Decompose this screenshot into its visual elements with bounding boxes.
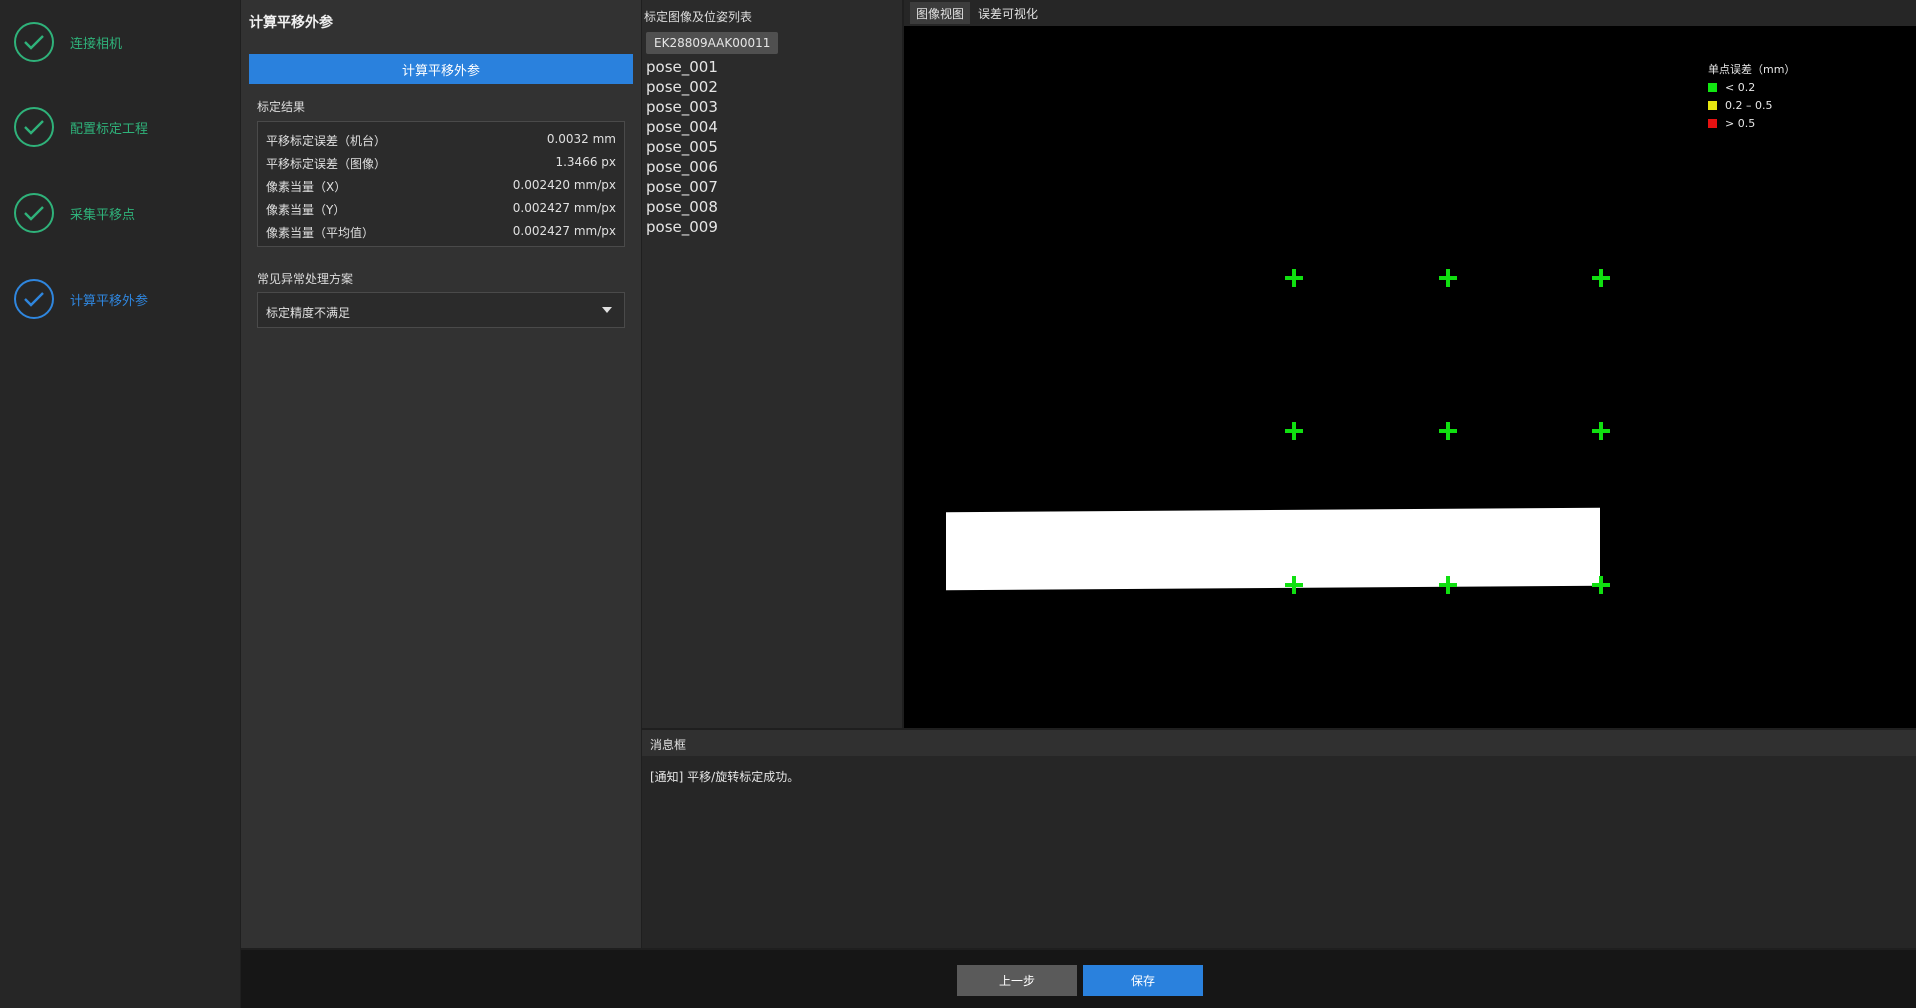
legend-label: < 0.2 (1725, 80, 1756, 94)
result-value: 0.0032 mm (546, 132, 616, 146)
calibration-point-marker (1592, 422, 1610, 440)
tab-error-visualization[interactable]: 误差可视化 (972, 2, 1044, 24)
step-label: 连接相机 (70, 36, 123, 52)
message-box-header: 消息框 (642, 730, 1916, 756)
camera-tab[interactable]: EK28809AAK00011 (646, 32, 779, 54)
result-row: 像素当量（平均值） 0.002427 mm/px (258, 220, 624, 242)
previous-step-button[interactable]: 上一步 (957, 965, 1077, 996)
legend-item: 0.2 – 0.5 (1708, 96, 1795, 114)
pose-item[interactable]: pose_007 (646, 178, 718, 196)
result-key: 像素当量（平均值） (266, 226, 375, 240)
calibration-point-marker (1285, 269, 1303, 287)
step-capture-points[interactable]: 采集平移点 (14, 191, 135, 235)
calibration-point-marker (1285, 422, 1303, 440)
legend-swatch-red (1708, 118, 1717, 128)
step-configure-project[interactable]: 配置标定工程 (14, 105, 148, 149)
legend-item: < 0.2 (1708, 78, 1795, 96)
message-box: 消息框 [通知] 平移/旋转标定成功。 (642, 730, 1916, 948)
legend-label: 0.2 – 0.5 (1725, 98, 1773, 112)
result-row: 像素当量（Y） 0.002427 mm/px (258, 197, 624, 219)
caret-down-icon (602, 307, 612, 313)
result-value: 1.3466 px (555, 155, 616, 169)
step-label: 配置标定工程 (70, 121, 149, 137)
legend-swatch-yellow (1708, 100, 1717, 110)
step-sidebar: 连接相机 配置标定工程 采集平移点 计算平移外参 (0, 0, 240, 1008)
error-legend: 单点误差（mm） < 0.2 0.2 – 0.5 > 0.5 (1708, 60, 1795, 132)
pose-item[interactable]: pose_001 (646, 58, 718, 76)
tab-image-view[interactable]: 图像视图 (910, 2, 971, 24)
pose-list-panel: 标定图像及位姿列表 EK28809AAK00011 pose_001 pose_… (642, 0, 902, 728)
calibration-point-marker (1439, 269, 1457, 287)
check-circle-icon (14, 22, 54, 62)
result-key: 像素当量（X） (266, 180, 347, 194)
calibration-point-marker (1439, 576, 1457, 594)
image-canvas[interactable]: 单点误差（mm） < 0.2 0.2 – 0.5 > 0.5 (904, 26, 1916, 728)
pose-item[interactable]: pose_009 (646, 218, 718, 236)
troubleshoot-title: 常见异常处理方案 (257, 272, 354, 286)
result-key: 像素当量（Y） (266, 203, 346, 217)
save-button[interactable]: 保存 (1083, 965, 1203, 996)
result-row: 像素当量（X） 0.002420 mm/px (258, 174, 624, 196)
image-viewer: 图像视图 误差可视化 单点误差（mm） < 0.2 0.2 – 0.5 > 0.… (904, 0, 1916, 728)
results-title: 标定结果 (257, 100, 306, 114)
result-value: 0.002427 mm/px (512, 224, 616, 238)
step-label: 计算平移外参 (70, 293, 149, 309)
check-circle-icon (14, 279, 54, 319)
legend-item: > 0.5 (1708, 114, 1795, 132)
result-key: 平移标定误差（机台） (266, 134, 387, 148)
result-value: 0.002420 mm/px (512, 178, 616, 192)
panel-title: 计算平移外参 (249, 15, 333, 31)
calibration-target-image (946, 507, 1600, 591)
pose-item[interactable]: pose_008 (646, 198, 718, 216)
calibration-point-marker (1439, 422, 1457, 440)
pose-item[interactable]: pose_003 (646, 98, 718, 116)
troubleshoot-selected-value: 标定精度不满足 (266, 306, 351, 320)
step-compute-extrinsics[interactable]: 计算平移外参 (14, 277, 148, 321)
result-value: 0.002427 mm/px (512, 201, 616, 215)
calibration-point-marker (1592, 269, 1610, 287)
footer-bar: 上一步 保存 (241, 950, 1916, 1008)
check-circle-icon (14, 107, 54, 147)
pose-item[interactable]: pose_006 (646, 158, 718, 176)
calibration-point-marker (1285, 576, 1303, 594)
settings-panel: 计算平移外参 计算平移外参 标定结果 平移标定误差（机台） 0.0032 mm … (241, 0, 641, 948)
results-table: 平移标定误差（机台） 0.0032 mm 平移标定误差（图像） 1.3466 p… (257, 121, 625, 247)
pose-item[interactable]: pose_005 (646, 138, 718, 156)
legend-title: 单点误差（mm） (1708, 63, 1796, 76)
compute-extrinsics-button[interactable]: 计算平移外参 (249, 54, 633, 84)
viewer-tab-bar: 图像视图 误差可视化 (904, 0, 1916, 26)
result-row: 平移标定误差（图像） 1.3466 px (258, 151, 624, 173)
legend-swatch-green (1708, 82, 1717, 92)
troubleshoot-select[interactable]: 标定精度不满足 (257, 292, 625, 328)
check-circle-icon (14, 193, 54, 233)
step-connect-camera[interactable]: 连接相机 (14, 20, 122, 64)
message-line: [通知] 平移/旋转标定成功。 (650, 770, 800, 784)
calibration-point-marker (1592, 576, 1610, 594)
pose-item[interactable]: pose_002 (646, 78, 718, 96)
step-label: 采集平移点 (70, 207, 136, 223)
legend-label: > 0.5 (1725, 116, 1756, 130)
pose-list-header: 标定图像及位姿列表 (644, 10, 753, 24)
pose-item[interactable]: pose_004 (646, 118, 718, 136)
result-row: 平移标定误差（机台） 0.0032 mm (258, 128, 624, 150)
result-key: 平移标定误差（图像） (266, 157, 387, 171)
